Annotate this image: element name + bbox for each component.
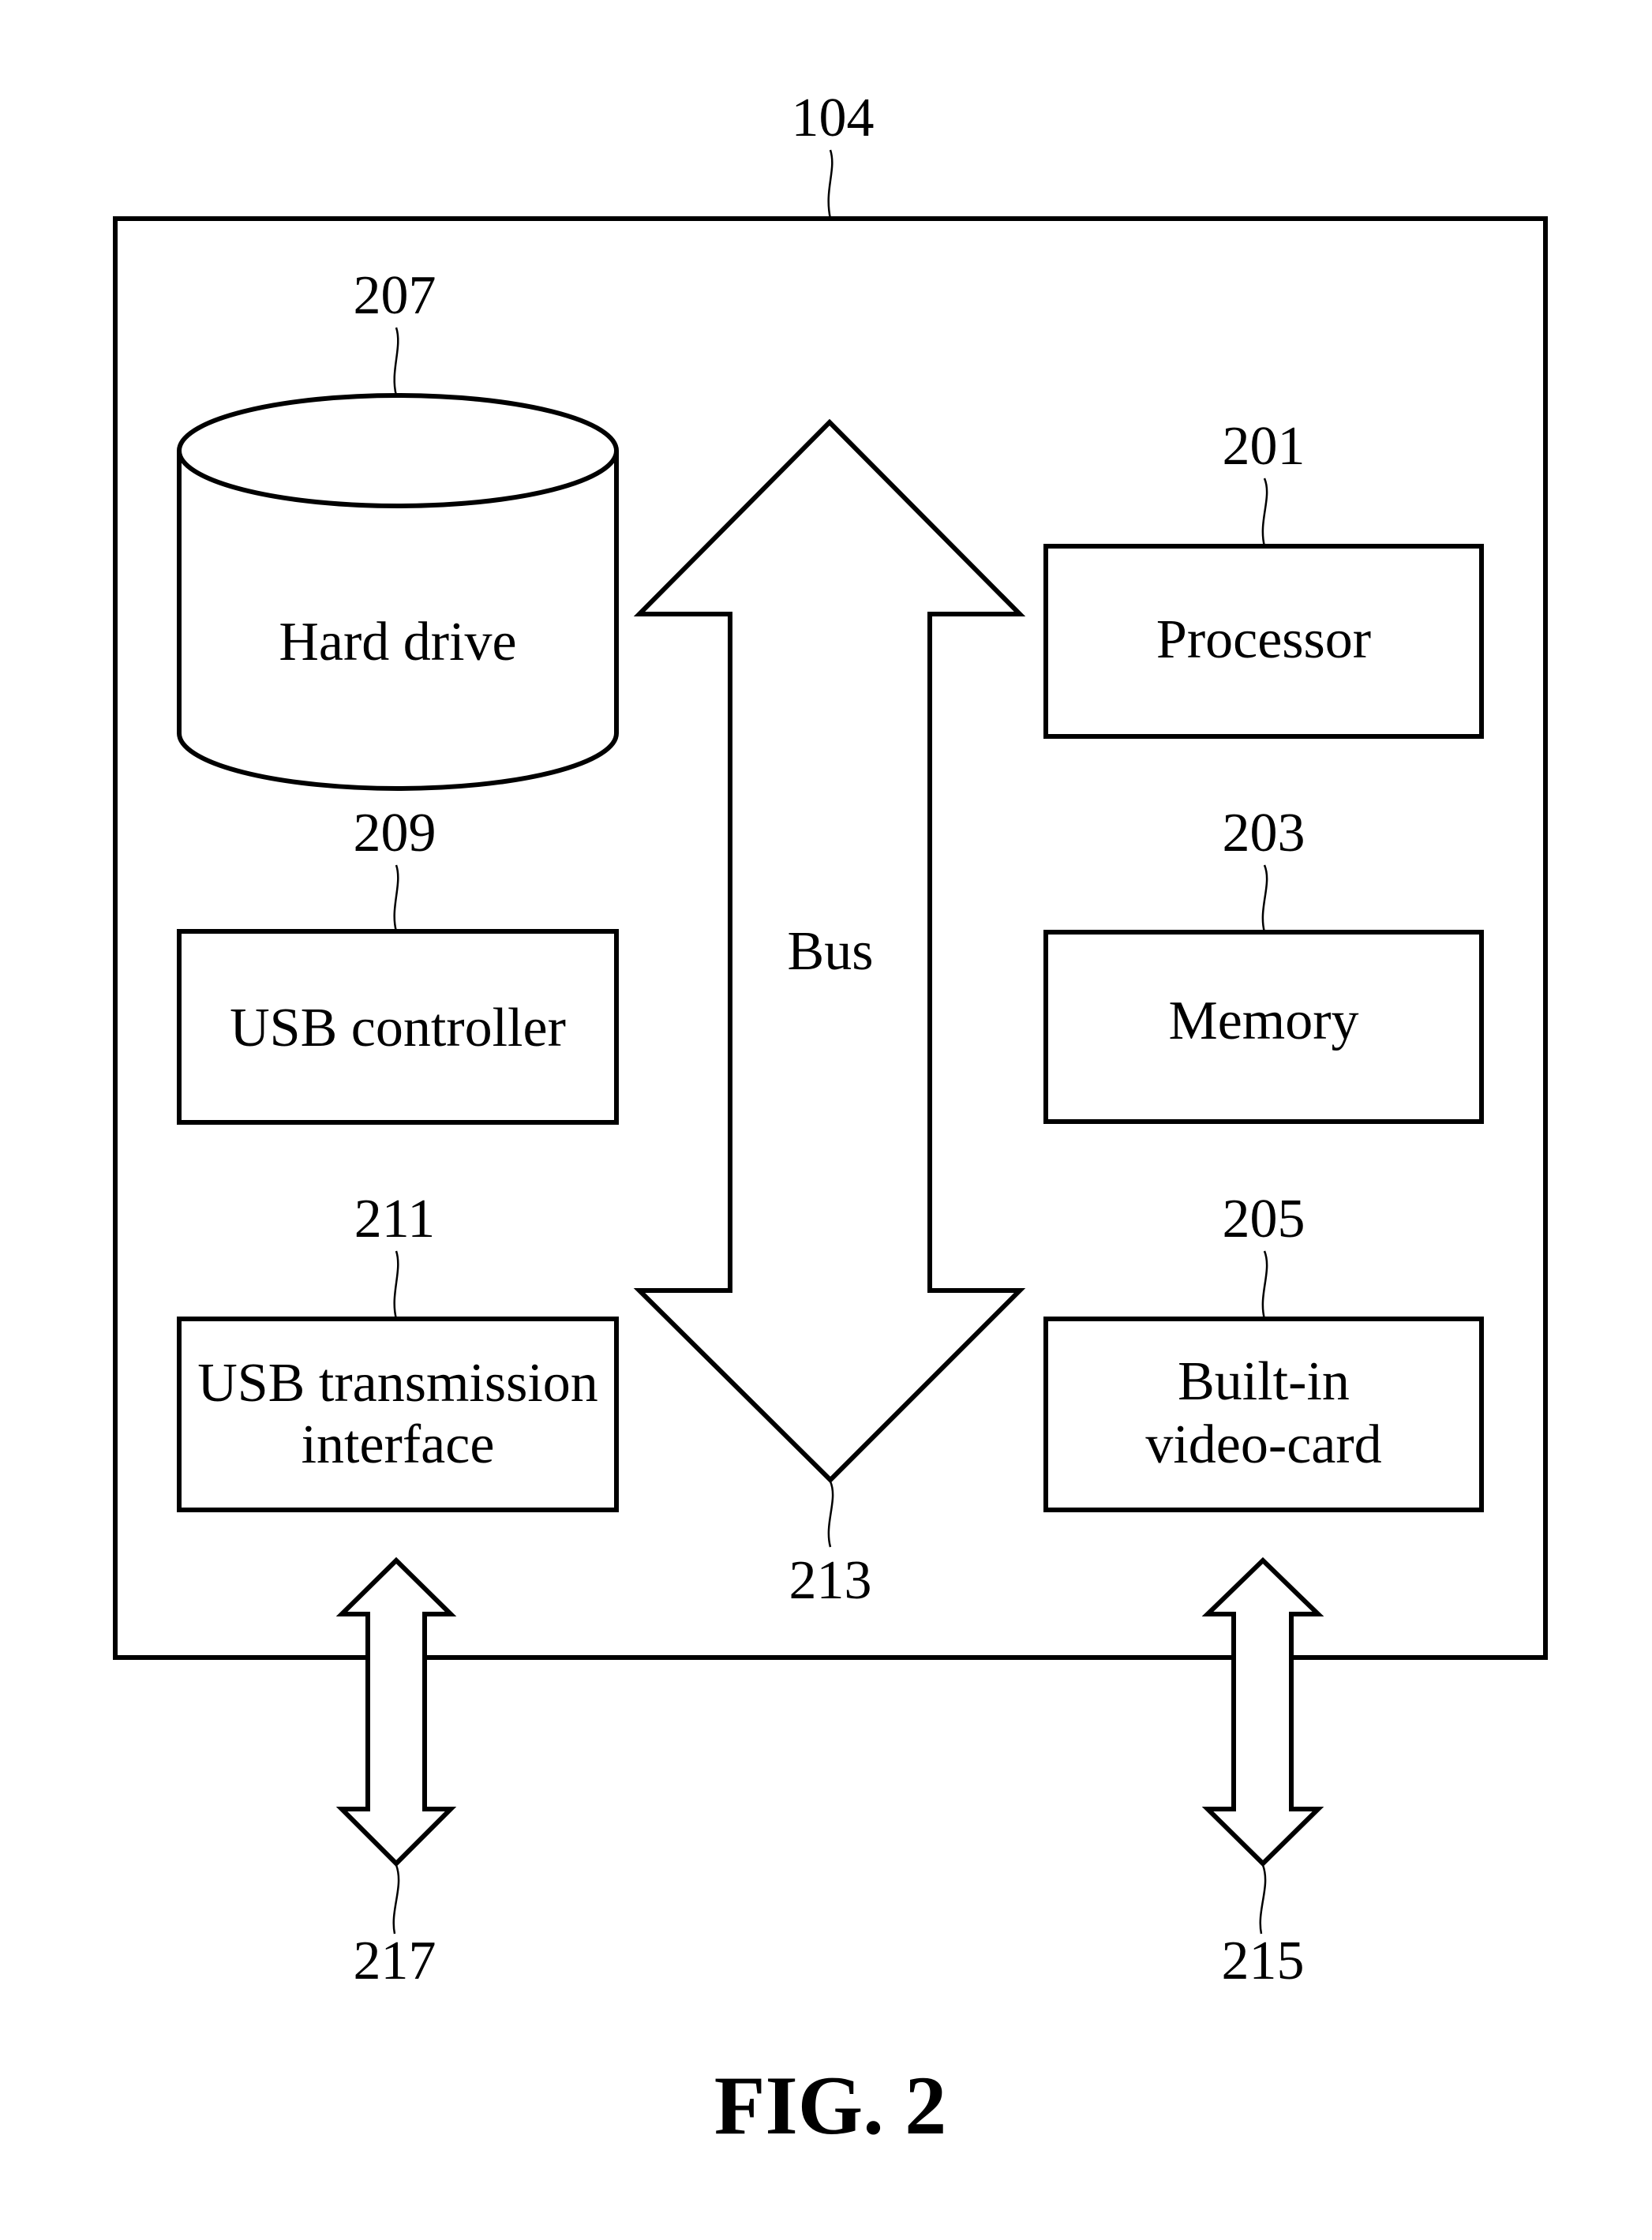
hard-drive-label: Hard drive <box>279 612 516 672</box>
usb-link-ref: 217 <box>354 1931 436 1991</box>
usb-link-leader-line <box>392 1864 400 1935</box>
usb-controller-ref: 209 <box>354 803 436 863</box>
processor-label: Processor <box>1156 609 1371 670</box>
device-ref-label: 104 <box>792 88 875 148</box>
bus-ref: 213 <box>789 1550 872 1611</box>
bus-leader-line <box>827 1481 834 1548</box>
video-card-leader-line <box>1261 1250 1268 1320</box>
bus-label: Bus <box>788 921 874 982</box>
video-link-leader-line <box>1259 1864 1267 1935</box>
processor-leader-line <box>1261 478 1268 547</box>
usb-controller-leader-line <box>393 864 399 932</box>
memory-leader-line <box>1261 864 1268 933</box>
processor-ref: 201 <box>1223 416 1305 477</box>
usb-link-double-arrow <box>335 1556 457 1867</box>
hard-drive-ref: 207 <box>354 265 436 326</box>
memory-ref: 203 <box>1223 803 1305 863</box>
figure-canvas: 104 Hard drive 207 USB controller 209 US… <box>113 88 1548 2152</box>
hard-drive-top-ellipse <box>177 393 619 508</box>
usb-interface-label-line2: interface <box>302 1414 495 1475</box>
usb-interface-leader-line <box>393 1250 399 1320</box>
usb-interface-label-line1: USB transmission <box>197 1353 598 1414</box>
video-card-label-line2: video-card <box>1145 1414 1381 1475</box>
video-card-label-line1: Built-in <box>1178 1351 1350 1412</box>
usb-controller-label: USB controller <box>230 998 566 1058</box>
figure-caption: FIG. 2 <box>714 2059 946 2152</box>
video-link-ref: 215 <box>1222 1931 1305 1991</box>
device-leader-line <box>827 149 833 219</box>
hard-drive-cylinder: Hard drive <box>177 393 619 791</box>
video-link-double-arrow <box>1201 1556 1324 1867</box>
memory-label: Memory <box>1168 991 1358 1051</box>
video-card-ref: 205 <box>1223 1189 1305 1249</box>
usb-interface-ref: 211 <box>354 1189 435 1249</box>
hard-drive-leader-line <box>393 327 399 396</box>
